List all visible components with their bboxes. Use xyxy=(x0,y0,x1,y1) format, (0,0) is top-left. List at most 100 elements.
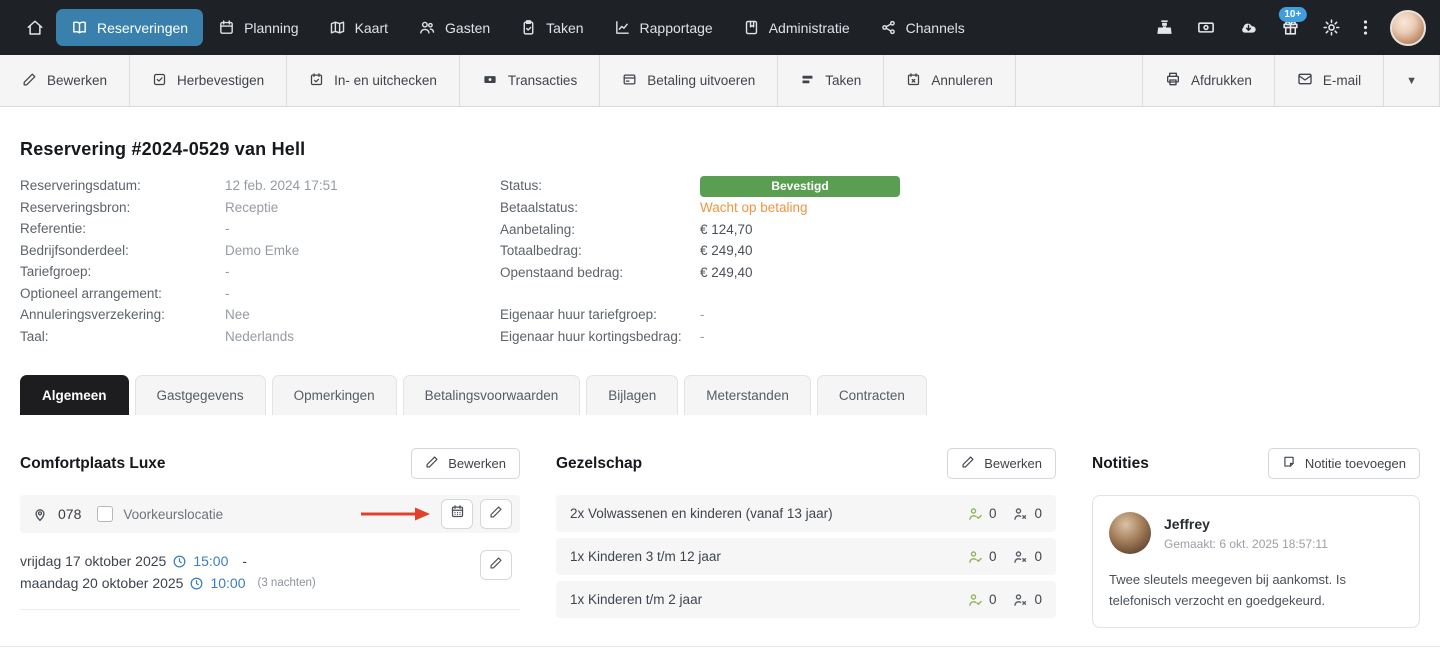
party-row-label: 1x Kinderen 3 t/m 12 jaar xyxy=(570,549,721,564)
location-edit-button[interactable] xyxy=(480,499,512,529)
person-x-icon xyxy=(1012,549,1029,565)
tab-gastgegevens[interactable]: Gastgegevens xyxy=(135,375,266,415)
field-label: Eigenaar huur kortingsbedrag: xyxy=(500,326,700,348)
toolbar-label: Betaling uitvoeren xyxy=(647,73,755,88)
reconfirm-button[interactable]: Herbevestigen xyxy=(130,55,287,106)
nights-count: (3 nachten) xyxy=(258,572,316,594)
email-button[interactable]: E-mail xyxy=(1274,55,1383,106)
person-check-icon xyxy=(967,592,984,608)
notes-title: Notities xyxy=(1092,455,1149,473)
more-menu-button[interactable] xyxy=(1363,18,1368,37)
preferred-location-checkbox[interactable] xyxy=(97,506,113,522)
nav-item-taken[interactable]: Taken xyxy=(505,9,598,46)
nav-item-label: Gasten xyxy=(445,20,490,36)
field-value: - xyxy=(225,218,230,240)
tab-algemeen[interactable]: Algemeen xyxy=(20,375,129,415)
nav-item-label: Rapportage xyxy=(640,20,713,36)
settings-button[interactable] xyxy=(1322,18,1341,37)
field-value: - xyxy=(700,304,705,326)
checked-in-count: 0 xyxy=(967,506,997,522)
envelope-icon xyxy=(1297,71,1313,90)
chevron-down-icon: ▼ xyxy=(1406,75,1417,87)
tab-contracten[interactable]: Contracten xyxy=(817,375,927,415)
make-payment-button[interactable]: Betaling uitvoeren xyxy=(600,55,778,106)
spacer xyxy=(500,283,900,304)
button-label: Bewerken xyxy=(984,456,1042,471)
field-value: € 124,70 xyxy=(700,219,753,241)
party-edit-button[interactable]: Bewerken xyxy=(947,448,1056,479)
add-note-button[interactable]: Notitie toevoegen xyxy=(1268,448,1420,479)
nav-item-planning[interactable]: Planning xyxy=(203,9,314,46)
map-icon xyxy=(329,19,346,36)
more-actions-button[interactable]: ▼ xyxy=(1383,55,1440,106)
print-button[interactable]: Afdrukken xyxy=(1142,55,1274,106)
field-label: Bedrijfsonderdeel: xyxy=(20,240,225,262)
accommodation-edit-button[interactable]: Bewerken xyxy=(411,448,520,479)
field-label: Annuleringsverzekering: xyxy=(20,304,225,326)
check-in-out-button[interactable]: In- en uitchecken xyxy=(287,55,460,106)
pencil-icon xyxy=(425,455,439,472)
pencil-icon xyxy=(961,455,975,472)
cash-register-button[interactable] xyxy=(1155,18,1174,37)
detail-row: Tariefgroep:- xyxy=(20,261,500,283)
person-x-icon xyxy=(1012,592,1029,608)
clipboard-check-icon xyxy=(520,19,537,36)
toolbar-label: Taken xyxy=(825,73,861,88)
checked-in-count: 0 xyxy=(967,549,997,565)
nav-item-kaart[interactable]: Kaart xyxy=(314,9,403,46)
nav-item-rapportage[interactable]: Rapportage xyxy=(599,9,728,46)
cancel-button[interactable]: Annuleren xyxy=(884,55,1016,106)
list-icon xyxy=(800,72,815,90)
nav-item-label: Channels xyxy=(906,20,965,36)
nav-item-reserveringen[interactable]: Reserveringen xyxy=(56,9,203,46)
button-label: Notitie toevoegen xyxy=(1305,456,1406,471)
accommodation-section: Comfortplaats Luxe Bewerken 078 Voorkeur… xyxy=(20,448,520,628)
departure-time: 10:00 xyxy=(210,572,245,594)
transactions-button[interactable]: Transacties xyxy=(460,55,600,106)
details-left-column: Reserveringsdatum:12 feb. 2024 17:51 Res… xyxy=(20,175,500,347)
field-label: Tariefgroep: xyxy=(20,261,225,283)
pencil-icon xyxy=(489,556,503,575)
gifts-button[interactable]: 10+ xyxy=(1281,18,1300,37)
note-body: Twee sleutels meegeven bij aankomst. Is … xyxy=(1109,569,1403,611)
detail-row: Totaalbedrag:€ 249,40 xyxy=(500,240,900,262)
dates-edit-button[interactable] xyxy=(480,550,512,580)
party-title: Gezelschap xyxy=(556,455,642,473)
toolbar-label: Annuleren xyxy=(931,73,993,88)
tab-meterstanden[interactable]: Meterstanden xyxy=(684,375,811,415)
nav-item-channels[interactable]: Channels xyxy=(865,9,980,46)
field-label: Totaalbedrag: xyxy=(500,240,700,262)
toolbar-label: Transacties xyxy=(508,73,577,88)
tab-bijlagen[interactable]: Bijlagen xyxy=(586,375,678,415)
notification-badge: 10+ xyxy=(1278,7,1307,22)
tab-opmerkingen[interactable]: Opmerkingen xyxy=(272,375,397,415)
toolbar-label: Bewerken xyxy=(47,73,107,88)
party-section: Gezelschap Bewerken 2x Volwassenen en ki… xyxy=(556,448,1056,628)
location-calendar-button[interactable] xyxy=(441,499,473,529)
person-check-icon xyxy=(967,506,984,522)
detail-row: Bedrijfsonderdeel:Demo Emke xyxy=(20,240,500,262)
tab-content: Comfortplaats Luxe Bewerken 078 Voorkeur… xyxy=(20,448,1420,628)
tasks-button[interactable]: Taken xyxy=(778,55,884,106)
edit-button[interactable]: Bewerken xyxy=(0,55,130,106)
tab-betalingsvoorwaarden[interactable]: Betalingsvoorwaarden xyxy=(403,375,581,415)
nav-item-gasten[interactable]: Gasten xyxy=(403,9,505,46)
cloud-download-button[interactable] xyxy=(1238,18,1259,37)
field-label: Taal: xyxy=(20,326,225,348)
nav-item-label: Administratie xyxy=(769,20,850,36)
payments-button[interactable] xyxy=(1196,18,1216,37)
home-button[interactable] xyxy=(14,9,56,47)
users-icon xyxy=(418,19,436,36)
nav-item-label: Kaart xyxy=(355,20,388,36)
arrival-line: vrijdag 17 oktober 2025 15:00 - xyxy=(20,550,316,572)
user-avatar[interactable] xyxy=(1390,10,1426,46)
map-pin-icon xyxy=(32,506,48,522)
toolbar-label: In- en uitchecken xyxy=(334,73,437,88)
field-label: Optioneel arrangement: xyxy=(20,283,225,305)
check-square-icon xyxy=(152,72,167,90)
field-value: - xyxy=(225,283,230,305)
field-value: Nee xyxy=(225,304,250,326)
nav-item-administratie[interactable]: Administratie xyxy=(728,9,865,46)
card-machine-icon xyxy=(622,72,637,90)
calendar-check-icon xyxy=(309,72,324,90)
